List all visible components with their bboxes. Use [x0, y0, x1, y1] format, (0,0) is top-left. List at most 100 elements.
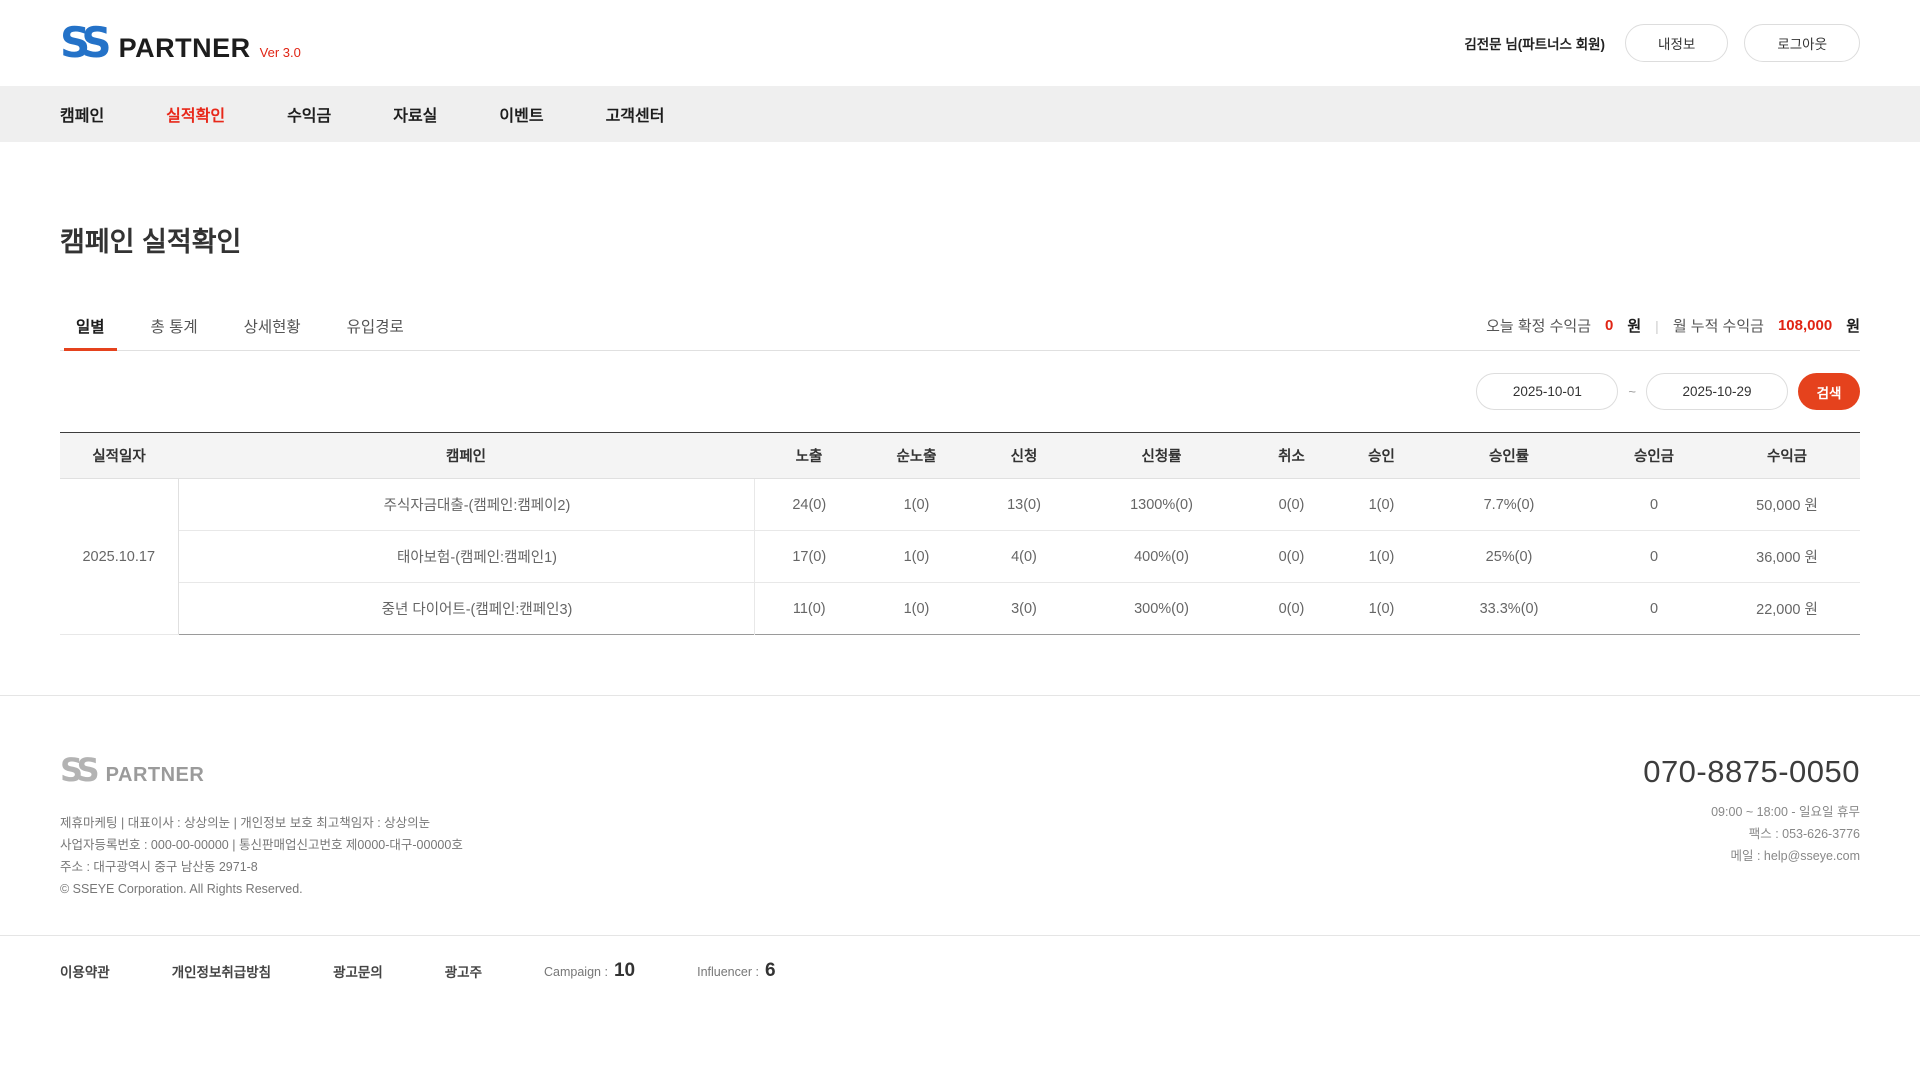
nav-item-performance[interactable]: 실적확인 [166, 102, 225, 126]
col-date: 실적일자 [60, 433, 178, 479]
today-revenue-label: 오늘 확정 수익금 [1486, 315, 1591, 336]
contact-info: 09:00 ~ 18:00 - 일요일 휴무 팩스 : 053-626-3776… [1643, 802, 1860, 868]
footer-left: SS PARTNER 제휴마케팅 | 대표이사 : 상상의눈 | 개인정보 보호… [60, 754, 463, 901]
cell-campaign: 주식자금대출-(캠페인:캠페이2) [178, 479, 754, 531]
col-cancel: 취소 [1244, 433, 1339, 479]
tabs: 일별 총 통계 상세현황 유입경로 [60, 307, 406, 350]
page-title: 캠페인 실적확인 [60, 220, 1860, 259]
performance-table: 실적일자 캠페인 노출 순노출 신청 신청률 취소 승인 승인률 승인금 수익금… [60, 432, 1860, 635]
cell-approve-amount: 0 [1594, 479, 1714, 531]
nav-item-events[interactable]: 이벤트 [499, 102, 543, 126]
tab-detail-status[interactable]: 상세현황 [242, 307, 303, 350]
contact-phone: 070-8875-0050 [1643, 754, 1860, 790]
date-filter-row: ~ 검색 [60, 373, 1860, 410]
company-info: 제휴마케팅 | 대표이사 : 상상의눈 | 개인정보 보호 최고책임자 : 상상… [60, 813, 463, 901]
cell-revenue: 36,000 원 [1714, 531, 1860, 583]
logo-version: Ver 3.0 [260, 45, 301, 60]
link-terms[interactable]: 이용약관 [60, 961, 110, 981]
fax-number: 팩스 : 053-626-3776 [1643, 824, 1860, 846]
nav-item-revenue[interactable]: 수익금 [287, 102, 331, 126]
table-row: 중년 다이어트-(캠페인:캔페인3) 11(0) 1(0) 3(0) 300%(… [60, 583, 1860, 635]
month-revenue-label: 월 누적 수익금 [1673, 315, 1764, 336]
my-info-button[interactable]: 내정보 [1625, 24, 1728, 62]
col-apply-rate: 신청률 [1079, 433, 1244, 479]
global-nav: 캠페인 실적확인 수익금 자료실 이벤트 고객센터 [0, 86, 1920, 142]
main-content: 캠페인 실적확인 일별 총 통계 상세현황 유입경로 오늘 확정 수익금 0 원… [0, 220, 1920, 635]
cell-apply: 13(0) [969, 479, 1079, 531]
nav-item-campaign[interactable]: 캠페인 [60, 102, 104, 126]
cell-approve: 1(0) [1339, 479, 1424, 531]
table-header-row: 실적일자 캠페인 노출 순노출 신청 신청률 취소 승인 승인률 승인금 수익금 [60, 433, 1860, 479]
page: SS PARTNER Ver 3.0 김전문 님(파트너스 회원) 내정보 로그… [0, 0, 1920, 1080]
footer-logo-ss-mark: SS [60, 754, 101, 786]
campaign-count-value: 10 [614, 960, 635, 982]
cell-campaign: 중년 다이어트-(캠페인:캔페인3) [178, 583, 754, 635]
influencer-count: Influencer : 6 [697, 960, 775, 982]
influencer-count-label: Influencer : [697, 965, 759, 979]
tab-inflow-path[interactable]: 유입경로 [345, 307, 406, 350]
logo-partner-text: PARTNER [119, 35, 251, 62]
contact-email: 메일 : help@sseye.com [1643, 846, 1860, 868]
cell-campaign: 태아보험-(캠페인:캠페인1) [178, 531, 754, 583]
cell-exposure: 11(0) [754, 583, 864, 635]
nav-item-resources[interactable]: 자료실 [393, 102, 437, 126]
col-approve-rate: 승인률 [1424, 433, 1594, 479]
company-info-line: 제휴마케팅 | 대표이사 : 상상의눈 | 개인정보 보호 최고책임자 : 상상… [60, 813, 463, 835]
logout-button[interactable]: 로그아웃 [1744, 24, 1860, 62]
user-area: 김전문 님(파트너스 회원) 내정보 로그아웃 [1464, 24, 1860, 62]
cell-cancel: 0(0) [1244, 583, 1339, 635]
footer: SS PARTNER 제휴마케팅 | 대표이사 : 상상의눈 | 개인정보 보호… [0, 696, 1920, 901]
col-campaign: 캠페인 [178, 433, 754, 479]
cell-apply: 4(0) [969, 531, 1079, 583]
today-revenue-value: 0 [1605, 317, 1613, 334]
cell-net-exposure: 1(0) [864, 583, 969, 635]
cell-revenue: 22,000 원 [1714, 583, 1860, 635]
cell-apply-rate: 400%(0) [1079, 531, 1244, 583]
cell-cancel: 0(0) [1244, 531, 1339, 583]
cell-cancel: 0(0) [1244, 479, 1339, 531]
link-privacy-policy[interactable]: 개인정보취급방침 [172, 961, 271, 981]
table-row: 태아보험-(캠페인:캠페인1) 17(0) 1(0) 4(0) 400%(0) … [60, 531, 1860, 583]
col-exposure: 노출 [754, 433, 864, 479]
link-ad-inquiry[interactable]: 광고문의 [333, 961, 383, 981]
cell-apply: 3(0) [969, 583, 1079, 635]
summary-separator: | [1655, 318, 1659, 334]
cell-approve-amount: 0 [1594, 531, 1714, 583]
month-revenue-unit: 원 [1846, 315, 1860, 336]
cell-apply-rate: 1300%(0) [1079, 479, 1244, 531]
user-name: 김전문 님(파트너스 회원) [1464, 33, 1605, 53]
date-range-tilde: ~ [1626, 384, 1638, 399]
cell-approve: 1(0) [1339, 583, 1424, 635]
cell-revenue: 50,000 원 [1714, 479, 1860, 531]
start-date-input[interactable] [1476, 373, 1618, 410]
col-net-exposure: 순노출 [864, 433, 969, 479]
copyright: © SSEYE Corporation. All Rights Reserved… [60, 879, 463, 901]
link-advertiser[interactable]: 광고주 [445, 961, 482, 981]
end-date-input[interactable] [1646, 373, 1788, 410]
tab-total-stats[interactable]: 총 통계 [149, 307, 200, 350]
cell-approve-rate: 33.3%(0) [1424, 583, 1594, 635]
footer-links-row: 이용약관 개인정보취급방침 광고문의 광고주 Campaign : 10 Inf… [0, 936, 1920, 1006]
search-button[interactable]: 검색 [1798, 373, 1860, 410]
nav-item-support[interactable]: 고객센터 [606, 102, 665, 126]
cell-approve-rate: 7.7%(0) [1424, 479, 1594, 531]
campaign-count-label: Campaign : [544, 965, 608, 979]
cell-date: 2025.10.17 [60, 479, 178, 635]
cell-exposure: 24(0) [754, 479, 864, 531]
cell-apply-rate: 300%(0) [1079, 583, 1244, 635]
today-revenue-unit: 원 [1627, 315, 1641, 336]
col-approve: 승인 [1339, 433, 1424, 479]
cell-approve: 1(0) [1339, 531, 1424, 583]
col-approve-amount: 승인금 [1594, 433, 1714, 479]
brand-logo[interactable]: SS PARTNER Ver 3.0 [60, 22, 301, 64]
logo-ss-mark: SS [60, 22, 113, 64]
cell-net-exposure: 1(0) [864, 531, 969, 583]
revenue-summary: 오늘 확정 수익금 0 원 | 월 누적 수익금 108,000 원 [1486, 315, 1860, 350]
footer-right: 070-8875-0050 09:00 ~ 18:00 - 일요일 휴무 팩스 … [1643, 754, 1860, 901]
cell-exposure: 17(0) [754, 531, 864, 583]
campaign-count: Campaign : 10 [544, 960, 635, 982]
tab-daily[interactable]: 일별 [74, 307, 107, 350]
footer-logo: SS PARTNER [60, 754, 463, 787]
influencer-count-value: 6 [765, 960, 776, 982]
company-info-line: 사업자등록번호 : 000-00-00000 | 통신판매업신고번호 제0000… [60, 835, 463, 857]
